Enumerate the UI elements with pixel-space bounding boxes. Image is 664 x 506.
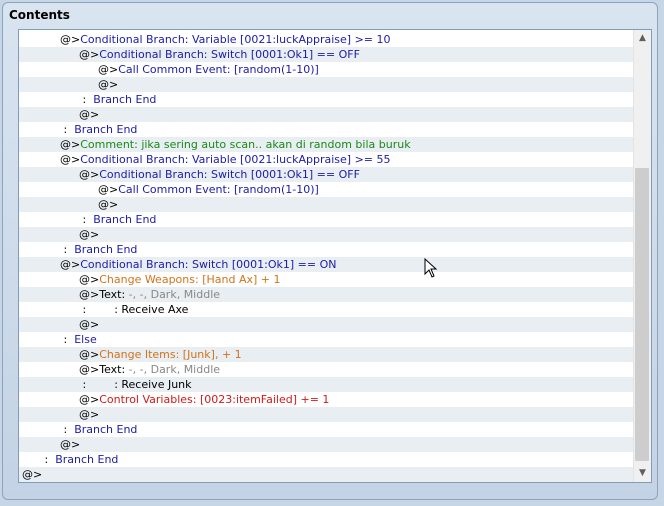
command-text: : Receive Junk — [114, 378, 192, 391]
command-prefix: @> — [79, 228, 100, 241]
command-prefix: @> — [98, 78, 119, 91]
command-text: Else — [74, 333, 97, 346]
command-row[interactable]: @>Conditional Branch: Switch [0001:Ok1] … — [19, 167, 633, 182]
command-row[interactable]: @>Text: -, -, Dark, Middle — [19, 362, 633, 377]
command-prefix: : — [79, 378, 115, 391]
command-text: Conditional Branch: Switch [0001:Ok1] ==… — [80, 258, 337, 271]
command-prefix: @> — [98, 63, 119, 76]
command-row[interactable]: @>Call Common Event: [random(1-10)] — [19, 62, 633, 77]
command-prefix: : — [79, 303, 115, 316]
command-prefix: @> — [60, 258, 81, 271]
command-params: -, -, Dark, Middle — [128, 288, 221, 301]
scroll-thumb[interactable] — [635, 168, 649, 461]
command-text: Change Items: [Junk], + 1 — [99, 348, 242, 361]
command-text: Branch End — [74, 123, 138, 136]
command-prefix: @> — [22, 468, 43, 481]
command-prefix: @> — [79, 48, 100, 61]
command-prefix: @> — [60, 438, 81, 451]
command-row[interactable]: : Else — [19, 332, 633, 347]
scroll-down-icon[interactable]: ▼ — [634, 465, 651, 482]
command-prefix: @> — [79, 108, 100, 121]
command-prefix: @> — [79, 408, 100, 421]
command-text: Branch End — [74, 423, 138, 436]
panel-title: Contents — [9, 8, 70, 22]
command-row[interactable]: @> — [19, 407, 633, 422]
command-row[interactable]: : Branch End — [19, 422, 633, 437]
command-row[interactable]: @> — [19, 77, 633, 92]
command-text: Change Weapons: [Hand Ax] + 1 — [99, 273, 281, 286]
command-prefix: @> — [98, 198, 119, 211]
command-row[interactable]: @> — [19, 467, 633, 482]
command-row[interactable]: : : Receive Junk — [19, 377, 633, 392]
command-row[interactable]: @>Text: -, -, Dark, Middle — [19, 287, 633, 302]
vertical-scrollbar[interactable]: ▲ ▼ — [633, 30, 651, 482]
command-text: Text: — [99, 288, 129, 301]
command-text: Conditional Branch: Variable [0021:luckA… — [80, 153, 391, 166]
command-row[interactable]: : : Receive Axe — [19, 302, 633, 317]
command-text: Branch End — [93, 93, 157, 106]
command-prefix: : — [60, 123, 75, 136]
command-text: Conditional Branch: Variable [0021:luckA… — [80, 33, 391, 46]
command-row[interactable]: @> — [19, 197, 633, 212]
command-row[interactable]: @>Conditional Branch: Variable [0021:luc… — [19, 32, 633, 47]
command-prefix: : — [60, 423, 75, 436]
command-row[interactable]: @>Conditional Branch: Switch [0001:Ok1] … — [19, 257, 633, 272]
command-prefix: : — [60, 333, 75, 346]
command-params: -, -, Dark, Middle — [128, 363, 221, 376]
command-row[interactable]: : Branch End — [19, 452, 633, 467]
command-text: Conditional Branch: Switch [0001:Ok1] ==… — [99, 168, 360, 181]
command-text: Branch End — [55, 453, 119, 466]
command-prefix: : — [79, 213, 94, 226]
command-row[interactable]: : Branch End — [19, 212, 633, 227]
command-row[interactable]: @>Control Variables: [0023:itemFailed] +… — [19, 392, 633, 407]
command-prefix: @> — [79, 288, 100, 301]
command-text: Branch End — [74, 243, 138, 256]
command-prefix: : — [41, 453, 56, 466]
command-prefix: @> — [79, 168, 100, 181]
command-row[interactable]: @>Comment: jika sering auto scan.. akan … — [19, 137, 633, 152]
command-prefix: @> — [98, 183, 119, 196]
command-prefix: @> — [60, 33, 81, 46]
command-text: Call Common Event: [random(1-10)] — [118, 63, 319, 76]
command-prefix: @> — [79, 318, 100, 331]
command-prefix: @> — [79, 363, 100, 376]
event-commands-list[interactable]: @>Conditional Branch: Variable [0021:luc… — [18, 29, 652, 483]
command-prefix: : — [60, 243, 75, 256]
command-text: Conditional Branch: Switch [0001:Ok1] ==… — [99, 48, 360, 61]
command-prefix: @> — [79, 348, 100, 361]
command-row[interactable]: : Branch End — [19, 242, 633, 257]
command-row[interactable]: @>Conditional Branch: Switch [0001:Ok1] … — [19, 47, 633, 62]
command-row[interactable]: @>Call Common Event: [random(1-10)] — [19, 182, 633, 197]
command-prefix: @> — [79, 393, 100, 406]
command-row[interactable]: : Branch End — [19, 92, 633, 107]
command-prefix: : — [79, 93, 94, 106]
command-text: Comment: jika sering auto scan.. akan di… — [80, 138, 411, 151]
command-row[interactable]: : Branch End — [19, 122, 633, 137]
command-row[interactable]: @>Conditional Branch: Variable [0021:luc… — [19, 152, 633, 167]
contents-panel: Contents @>Conditional Branch: Variable … — [2, 2, 658, 500]
command-row[interactable]: @> — [19, 317, 633, 332]
command-text: Call Common Event: [random(1-10)] — [118, 183, 319, 196]
command-prefix: @> — [79, 273, 100, 286]
command-text: Control Variables: [0023:itemFailed] += … — [99, 393, 330, 406]
scroll-up-icon[interactable]: ▲ — [634, 30, 651, 47]
command-prefix: @> — [60, 138, 81, 151]
command-row[interactable]: @> — [19, 227, 633, 242]
command-text: : Receive Axe — [114, 303, 189, 316]
command-text: Text: — [99, 363, 129, 376]
command-row[interactable]: @>Change Items: [Junk], + 1 — [19, 347, 633, 362]
command-row[interactable]: @> — [19, 107, 633, 122]
mouse-pointer-icon — [424, 258, 438, 278]
command-row[interactable]: @> — [19, 437, 633, 452]
command-row[interactable]: @>Change Weapons: [Hand Ax] + 1 — [19, 272, 633, 287]
command-prefix: @> — [60, 153, 81, 166]
command-text: Branch End — [93, 213, 157, 226]
